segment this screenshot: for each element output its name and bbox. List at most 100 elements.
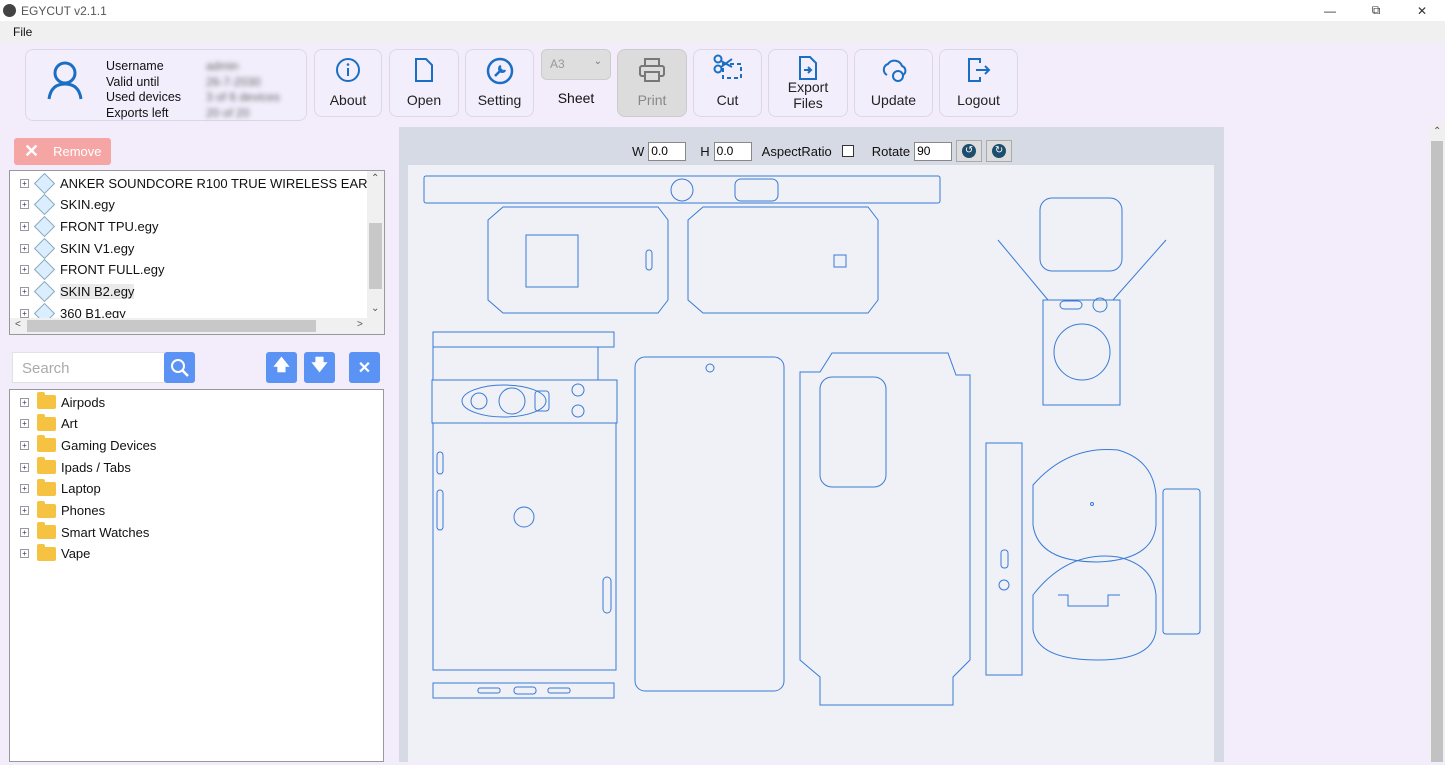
side-ladder-outline: [985, 442, 1023, 676]
earbuds-case-skin-outline-2: [687, 206, 879, 314]
design-file-icon: [33, 280, 56, 303]
setting-label: Setting: [477, 92, 522, 108]
minimize-button[interactable]: —: [1307, 0, 1353, 21]
setting-button[interactable]: Setting: [465, 49, 534, 117]
expand-icon[interactable]: +: [20, 484, 29, 494]
sheet-size-value: A3: [550, 57, 565, 71]
canvas-vscrollbar[interactable]: ⌃: [1429, 125, 1445, 762]
folder-icon: [37, 435, 56, 453]
rotate-input[interactable]: [914, 141, 953, 161]
earbuds-case-skin-outline-1: [487, 206, 669, 314]
close-button[interactable]: ✕: [1399, 0, 1445, 21]
cut-sheet[interactable]: [408, 165, 1214, 762]
expand-icon[interactable]: +: [20, 221, 29, 231]
expand-icon[interactable]: +: [20, 549, 29, 559]
file-tree-item[interactable]: + ANKER SOUNDCORE R100 TRUE WIRELESS EARB…: [10, 172, 385, 194]
height-label: H: [700, 143, 710, 159]
logout-label: Logout: [957, 92, 1000, 108]
file-tree-hscrollbar[interactable]: < >: [10, 318, 384, 334]
category-item[interactable]: + Vape: [10, 543, 90, 565]
exports-left-value: 20 of 20: [206, 105, 250, 120]
expand-icon[interactable]: +: [20, 265, 29, 275]
expand-icon[interactable]: +: [20, 308, 29, 318]
wrench-icon: [486, 57, 513, 85]
category-item[interactable]: + Art: [10, 413, 78, 435]
category-name: Airpods: [61, 394, 106, 410]
used-devices-value: 3 of 6 devices: [206, 90, 281, 104]
transform-toolbar: W H AspectRatio Rotate ↺ ↻: [632, 140, 1013, 162]
expand-icon[interactable]: +: [20, 527, 29, 537]
category-name: Art: [61, 416, 78, 432]
export-files-label: Export Files: [787, 79, 829, 111]
category-item[interactable]: + Laptop: [10, 478, 101, 500]
export-files-button[interactable]: Export Files: [768, 49, 848, 117]
cloud-refresh-icon: [882, 59, 906, 82]
expand-icon[interactable]: +: [20, 397, 29, 407]
expand-icon[interactable]: +: [20, 462, 29, 472]
category-item[interactable]: + Smart Watches: [10, 521, 149, 543]
move-up-button[interactable]: 🡅: [266, 352, 297, 383]
open-button[interactable]: Open: [389, 49, 459, 117]
remove-button[interactable]: ✕ Remove: [14, 138, 111, 165]
update-button[interactable]: Update: [854, 49, 933, 117]
title-bar: EGYCUT v2.1.1 — ⧉ ✕: [0, 0, 1445, 21]
search-icon: [170, 358, 189, 377]
file-name: ANKER SOUNDCORE R100 TRUE WIRELESS EARBU…: [60, 175, 385, 191]
print-button[interactable]: Print: [617, 49, 687, 117]
search-input[interactable]: Search: [12, 352, 165, 383]
expand-icon[interactable]: +: [20, 506, 29, 515]
category-name: Smart Watches: [61, 524, 150, 540]
file-tree-vscrollbar[interactable]: ⌃ ⌄: [367, 171, 384, 319]
search-button[interactable]: [164, 352, 195, 383]
width-input[interactable]: [648, 141, 687, 161]
file-tree-item[interactable]: + SKIN.egy: [10, 194, 115, 216]
height-input[interactable]: [713, 141, 752, 161]
aspect-ratio-checkbox[interactable]: [841, 145, 854, 157]
file-tree-item[interactable]: + FRONT TPU.egy: [10, 215, 158, 237]
rotate-cw-button[interactable]: ↻: [986, 140, 1013, 162]
user-icon: [47, 61, 83, 100]
earbuds-case-bottom-outline: [1032, 555, 1157, 661]
open-label: Open: [406, 92, 442, 108]
cut-button[interactable]: Cut: [693, 49, 762, 117]
file-tree-item[interactable]: + FRONT FULL.egy: [10, 259, 165, 281]
design-file-icon: [33, 172, 56, 194]
file-name: SKIN.egy: [60, 197, 115, 213]
expand-icon[interactable]: +: [20, 287, 29, 296]
arrow-down-icon: 🡇: [311, 357, 328, 374]
category-item[interactable]: + Airpods: [10, 391, 105, 413]
sheet-size-select[interactable]: A3 ⌄: [541, 49, 611, 80]
expand-icon[interactable]: +: [20, 243, 29, 253]
expand-icon[interactable]: +: [20, 440, 29, 450]
logout-button[interactable]: Logout: [939, 49, 1018, 117]
used-devices-label: Used devices: [106, 90, 182, 104]
category-name: Laptop: [61, 481, 101, 497]
design-file-icon: [33, 259, 56, 281]
file-icon: [415, 58, 433, 82]
folder-icon: [37, 413, 56, 431]
hinge-strip-outline: [1162, 488, 1201, 635]
file-tree-item[interactable]: + SKIN B2.egy: [10, 280, 135, 303]
app-logo-icon: [3, 4, 16, 17]
close-x-icon: ✕: [24, 141, 40, 161]
rotate-ccw-button[interactable]: ↺: [956, 140, 983, 162]
restore-button[interactable]: ⧉: [1353, 0, 1399, 21]
chevron-down-icon: ⌄: [593, 56, 602, 67]
expand-icon[interactable]: +: [20, 200, 29, 210]
category-item[interactable]: + Phones: [10, 500, 105, 522]
clear-button[interactable]: ✕: [349, 352, 380, 383]
category-item[interactable]: + Ipads / Tabs: [10, 456, 131, 478]
move-down-button[interactable]: 🡇: [304, 352, 335, 383]
file-name: FRONT FULL.egy: [60, 262, 165, 278]
file-tree[interactable]: +360 B1.egy + SKIN B2.egy + FRONT FULL.egy + S…: [9, 170, 385, 335]
phone-screen-outline: [634, 356, 785, 692]
about-button[interactable]: About: [314, 49, 382, 117]
menu-file[interactable]: File: [13, 25, 32, 39]
earbuds-stand-outline: [997, 197, 1167, 406]
expand-icon[interactable]: +: [20, 419, 29, 429]
expand-icon[interactable]: +: [20, 178, 29, 188]
category-tree[interactable]: + Airpods + Art + Gaming Devices + Ipads / Tabs…: [9, 389, 384, 762]
phone-back-skin-outline: [431, 331, 618, 699]
file-tree-item[interactable]: + SKIN V1.egy: [10, 237, 134, 259]
category-item[interactable]: + Gaming Devices: [10, 434, 156, 456]
